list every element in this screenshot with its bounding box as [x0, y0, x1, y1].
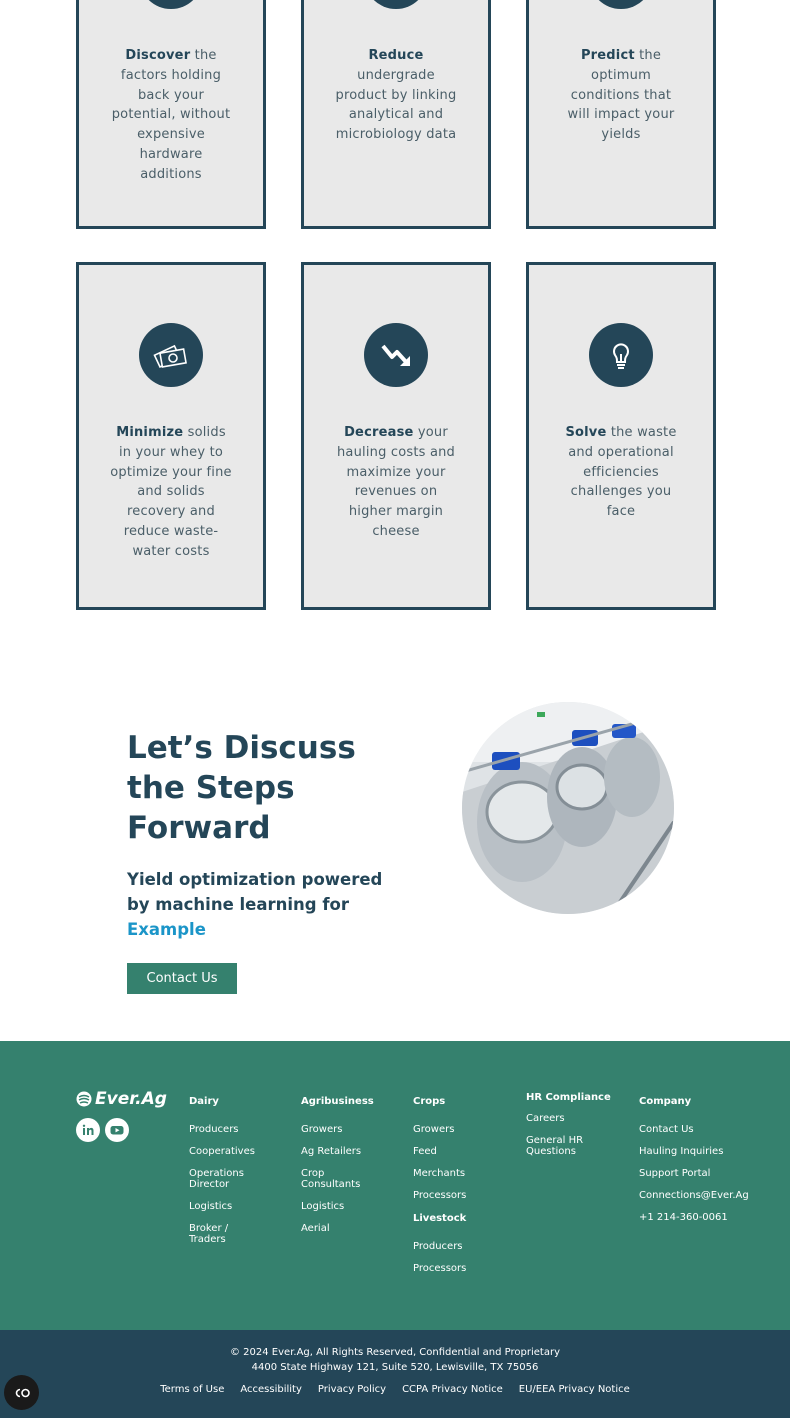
card-bold-word: Predict [580, 48, 635, 63]
feature-card-decrease: Decrease your hauling costs and maximize… [301, 262, 491, 610]
footer-link[interactable]: Cooperatives [189, 1146, 255, 1157]
feature-icon [139, 0, 203, 9]
footer-col-company: Company Contact Us Hauling Inquiries Sup… [639, 1095, 749, 1223]
ever-ag-logo[interactable]: Ever.Ag [76, 1089, 167, 1109]
address-text: 4400 State Highway 121, Suite 520, Lewis… [251, 1362, 539, 1373]
logo-text: Ever.Ag [95, 1089, 167, 1109]
card-bold-word: Reduce [368, 48, 424, 63]
footer-link[interactable]: Careers [526, 1113, 611, 1124]
privacy-policy-link[interactable]: Privacy Policy [318, 1384, 386, 1395]
footer-heading: Dairy [189, 1096, 219, 1107]
contact-us-button[interactable]: Contact Us [127, 963, 237, 994]
footer-link[interactable]: Growers [301, 1124, 374, 1135]
terms-link[interactable]: Terms of Use [160, 1384, 224, 1395]
card-bold-word: Decrease [344, 425, 414, 440]
card-text: Decrease your hauling costs and maximize… [304, 423, 488, 542]
discuss-heading: Let’s Discuss the Steps Forward [127, 730, 356, 846]
footer-link[interactable]: Logistics [189, 1201, 255, 1212]
copyright-text: © 2024 Ever.Ag, All Rights Reserved, Con… [230, 1347, 560, 1358]
footer-link[interactable]: Feed [413, 1146, 466, 1157]
card-text: Solve the waste and operational efficien… [529, 423, 713, 522]
youtube-icon[interactable] [105, 1118, 129, 1142]
footer-heading: HR Compliance [526, 1092, 611, 1103]
card-description: undergrade product by linking analytical… [335, 67, 457, 143]
dairy-equipment-photo [462, 702, 674, 914]
footer-heading: Crops [413, 1096, 446, 1107]
subtitle-accent: Example [127, 920, 206, 939]
footer-link[interactable]: Merchants [413, 1168, 466, 1179]
footer-link[interactable]: Producers [189, 1124, 255, 1135]
footer-link[interactable]: Growers [413, 1124, 466, 1135]
footer-link[interactable]: Support Portal [639, 1168, 749, 1179]
feature-icon [589, 0, 653, 9]
feature-card-discover: Discover the factors holding back your p… [76, 0, 266, 229]
footer-link[interactable]: Operations Director [189, 1168, 249, 1190]
eu-privacy-link[interactable]: EU/EEA Privacy Notice [519, 1384, 630, 1395]
card-bold-word: Solve [565, 425, 607, 440]
footer-link[interactable]: Processors [413, 1263, 466, 1274]
discuss-subtitle: Yield optimization powered by machine le… [127, 867, 387, 942]
footer-link[interactable]: Crop Consultants [301, 1168, 367, 1190]
card-description: your hauling costs and maximize your rev… [336, 425, 456, 539]
feature-card-reduce: Reduce undergrade product by linking ana… [301, 0, 491, 229]
accessibility-link[interactable]: Accessibility [240, 1384, 302, 1395]
card-text: Discover the factors holding back your p… [79, 46, 263, 185]
subtitle-text: Yield optimization powered by machine le… [127, 870, 383, 914]
card-text: Minimize solids in your whey to optimize… [79, 423, 263, 562]
feature-icon [364, 0, 428, 9]
card-text: Predict the optimum conditions that will… [529, 46, 713, 145]
card-description: the factors holding back your potential,… [111, 48, 231, 182]
site-footer: Ever.Ag Dairy Producers Cooperatives Ope… [0, 1041, 790, 1330]
feature-card-predict: Predict the optimum conditions that will… [526, 0, 716, 229]
footer-link[interactable]: Processors [413, 1190, 466, 1201]
money-icon [139, 323, 203, 387]
card-bold-word: Discover [125, 48, 191, 63]
footer-link[interactable]: Ag Retailers [301, 1146, 374, 1157]
linkedin-icon[interactable] [76, 1118, 100, 1142]
footer-link[interactable]: Aerial [301, 1223, 374, 1234]
card-description: solids in your whey to optimize your fin… [110, 425, 232, 559]
footer-heading: Agribusiness [301, 1096, 374, 1107]
footer-heading: Livestock [413, 1213, 467, 1224]
ccpa-link[interactable]: CCPA Privacy Notice [402, 1384, 503, 1395]
feature-card-solve: Solve the waste and operational efficien… [526, 262, 716, 610]
footer-link[interactable]: Producers [413, 1241, 466, 1252]
footer-heading: Company [639, 1096, 692, 1107]
footer-link[interactable]: Logistics [301, 1201, 374, 1212]
footer-link[interactable]: General HR Questions [526, 1135, 596, 1157]
footer-col-dairy: Dairy Producers Cooperatives Operations … [189, 1095, 255, 1245]
footer-col-hr: HR Compliance Careers General HR Questio… [526, 1091, 611, 1157]
legal-links: Terms of Use Accessibility Privacy Polic… [0, 1384, 790, 1395]
footer-link[interactable]: Broker / Traders [189, 1223, 239, 1245]
footer-email-link[interactable]: Connections@Ever.Ag [639, 1190, 749, 1201]
logo-mark-icon [76, 1091, 92, 1107]
footer-col-crops: Crops Growers Feed Merchants Processors … [413, 1095, 466, 1274]
card-bold-word: Minimize [116, 425, 184, 440]
footer-link[interactable]: Contact Us [639, 1124, 749, 1135]
trend-down-icon [364, 323, 428, 387]
footer-phone-link[interactable]: +1 214-360-0061 [639, 1212, 749, 1223]
footer-link[interactable]: Hauling Inquiries [639, 1146, 749, 1157]
cookie-settings-icon[interactable] [4, 1375, 39, 1410]
legal-bar: © 2024 Ever.Ag, All Rights Reserved, Con… [0, 1330, 790, 1418]
card-text: Reduce undergrade product by linking ana… [304, 46, 488, 145]
footer-col-agribusiness: Agribusiness Growers Ag Retailers Crop C… [301, 1095, 374, 1234]
lightbulb-icon [589, 323, 653, 387]
feature-card-minimize: Minimize solids in your whey to optimize… [76, 262, 266, 610]
